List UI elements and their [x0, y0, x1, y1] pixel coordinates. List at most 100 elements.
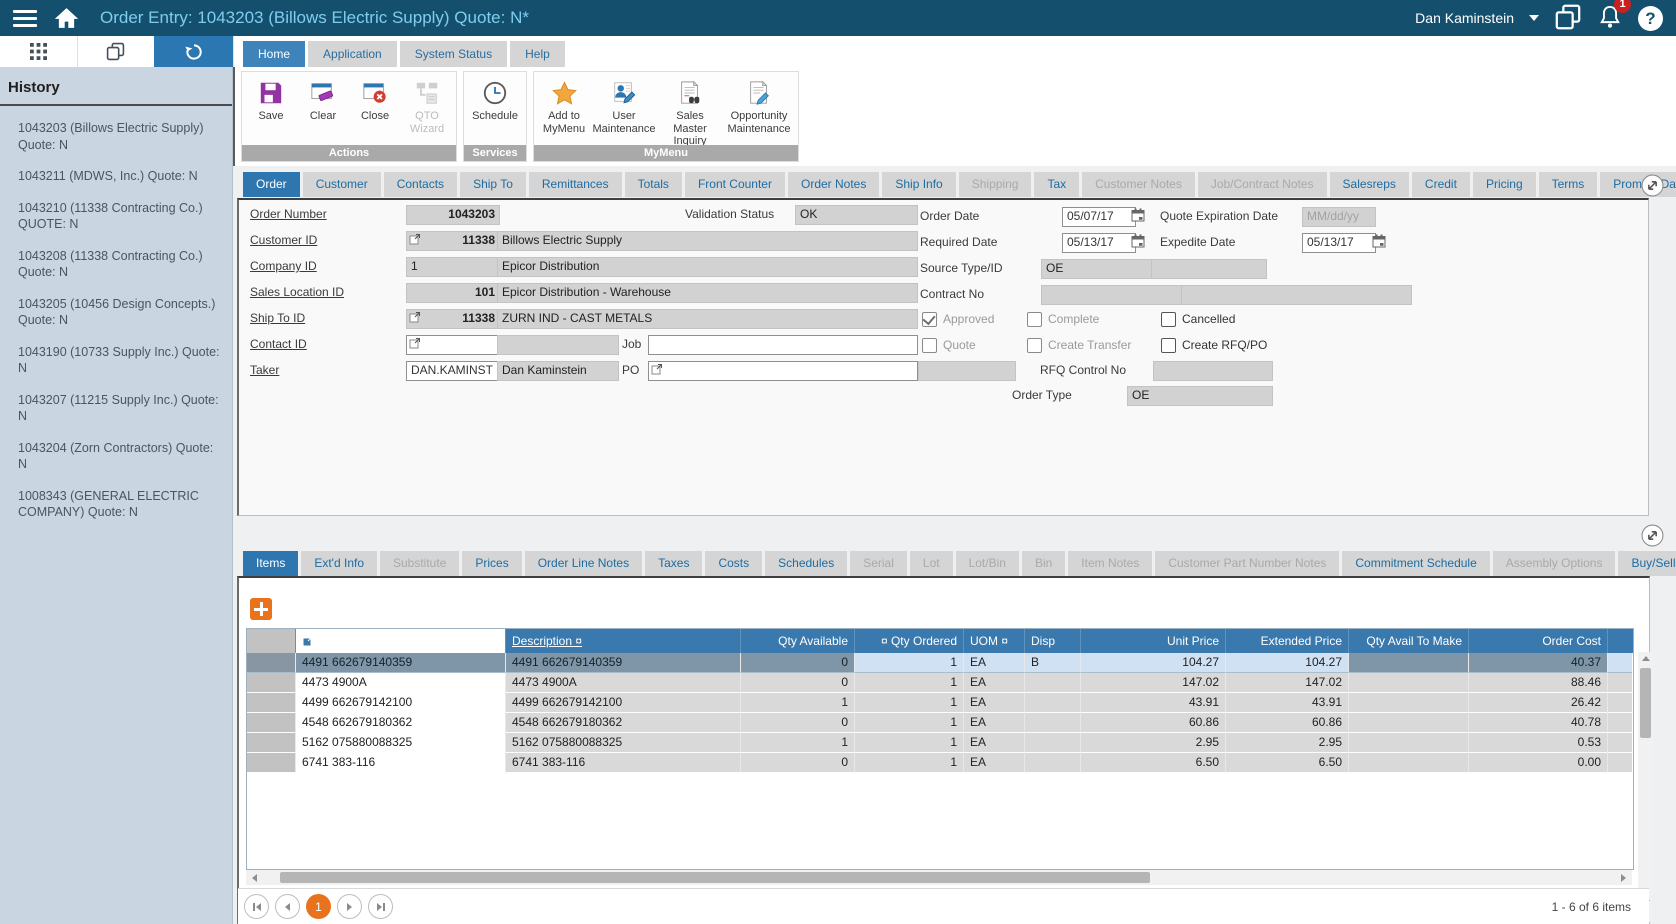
order-number-label[interactable]: Order Number — [250, 206, 327, 223]
table-cell[interactable] — [1025, 673, 1081, 693]
table-cell[interactable]: 4473 4900A — [296, 673, 506, 693]
table-cell[interactable]: 1 — [855, 713, 964, 733]
item-id-link-icon[interactable] — [302, 631, 314, 643]
table-cell[interactable] — [247, 693, 296, 713]
history-item[interactable]: 1043207 (11215 Supply Inc.) Quote: N — [18, 392, 220, 425]
required-date-calendar-icon[interactable] — [1131, 234, 1145, 248]
table-cell[interactable] — [1349, 653, 1469, 673]
detail-tab-buy-sell[interactable]: Buy/Sell — [1618, 551, 1676, 576]
previous-page-button[interactable] — [275, 894, 300, 919]
tab-ship-info[interactable]: Ship Info — [882, 172, 955, 197]
table-cell[interactable]: 43.91 — [1226, 693, 1349, 713]
ship-to-id-link-icon[interactable] — [409, 311, 421, 323]
help-icon[interactable]: ? — [1638, 6, 1663, 31]
table-cell[interactable]: EA — [964, 693, 1025, 713]
table-cell[interactable] — [1608, 753, 1632, 773]
user-maintenance-button[interactable]: User Maintenance — [591, 75, 657, 138]
table-cell[interactable]: EA — [964, 673, 1025, 693]
column-header-rowselect[interactable] — [247, 629, 296, 653]
column-header-qty-ordered[interactable]: ¤ Qty Ordered — [855, 629, 964, 653]
expedite-date-calendar-icon[interactable] — [1372, 234, 1386, 248]
history-item[interactable]: 1043208 (11338 Contracting Co.) Quote: N — [18, 248, 220, 281]
order-date-field[interactable]: 05/07/17 — [1062, 207, 1136, 227]
tab-ship-to[interactable]: Ship To — [460, 172, 526, 197]
sales-location-id-label[interactable]: Sales Location ID — [250, 284, 344, 301]
table-cell[interactable]: 40.78 — [1469, 713, 1608, 733]
table-cell[interactable]: 1 — [855, 733, 964, 753]
open-tabs-button[interactable] — [77, 36, 155, 67]
tab-remittances[interactable]: Remittances — [529, 172, 622, 197]
table-cell[interactable]: 147.02 — [1081, 673, 1226, 693]
table-cell[interactable] — [1025, 693, 1081, 713]
home-icon[interactable] — [53, 6, 80, 30]
table-cell[interactable] — [1349, 693, 1469, 713]
tab-customer[interactable]: Customer — [303, 172, 381, 197]
table-cell[interactable]: EA — [964, 653, 1025, 673]
table-cell[interactable] — [247, 673, 296, 693]
detail-tab-items[interactable]: Items — [243, 551, 298, 576]
taker-label[interactable]: Taker — [250, 362, 279, 379]
history-item[interactable]: 1043203 (Billows Electric Supply) Quote:… — [18, 120, 220, 153]
table-cell[interactable] — [1025, 753, 1081, 773]
last-page-button[interactable] — [368, 894, 393, 919]
notifications-bell-icon[interactable]: 1 — [1597, 3, 1623, 33]
cancelled-checkbox[interactable]: Cancelled — [1161, 311, 1235, 327]
table-cell[interactable]: 104.27 — [1226, 653, 1349, 673]
table-cell[interactable]: 88.46 — [1469, 673, 1608, 693]
table-cell[interactable]: 43.91 — [1081, 693, 1226, 713]
ribbon-tab-home[interactable]: Home — [243, 41, 305, 67]
table-row[interactable]: 6741 383-1166741 383-11601EA6.506.500.00 — [247, 753, 1633, 773]
table-cell[interactable]: EA — [964, 753, 1025, 773]
customer-id-label[interactable]: Customer ID — [250, 232, 317, 249]
expedite-date-field[interactable]: 05/13/17 — [1302, 233, 1376, 253]
create-rfq-po-checkbox[interactable]: Create RFQ/PO — [1161, 337, 1267, 353]
table-cell[interactable] — [247, 753, 296, 773]
tab-salesreps[interactable]: Salesreps — [1330, 172, 1409, 197]
detail-tab-costs[interactable]: Costs — [705, 551, 762, 576]
table-cell[interactable]: 0.00 — [1469, 753, 1608, 773]
table-cell[interactable] — [1608, 653, 1632, 673]
table-cell[interactable]: 40.37 — [1469, 653, 1608, 673]
column-header-qty-avail-to-make[interactable]: Qty Avail To Make — [1349, 629, 1469, 653]
detail-tab-ext-d-info[interactable]: Ext'd Info — [301, 551, 377, 576]
table-cell[interactable]: 147.02 — [1226, 673, 1349, 693]
table-cell[interactable]: 4473 4900A — [506, 673, 741, 693]
table-cell[interactable]: 4499 662679142100 — [296, 693, 506, 713]
contact-id-label[interactable]: Contact ID — [250, 336, 307, 353]
table-cell[interactable]: 0 — [741, 753, 855, 773]
table-cell[interactable] — [1349, 733, 1469, 753]
table-cell[interactable] — [1349, 753, 1469, 773]
table-cell[interactable]: 4491 662679140359 — [506, 653, 741, 673]
table-row[interactable]: 5162 0758800883255162 07588008832511EA2.… — [247, 733, 1633, 753]
opportunity-maintenance-button[interactable]: Opportunity Maintenance — [723, 75, 795, 138]
table-cell[interactable]: 60.86 — [1081, 713, 1226, 733]
table-cell[interactable]: 1 — [855, 673, 964, 693]
table-cell[interactable]: B — [1025, 653, 1081, 673]
scroll-left-icon[interactable] — [252, 874, 257, 882]
job-field[interactable] — [648, 335, 918, 355]
tab-credit[interactable]: Credit — [1412, 172, 1470, 197]
clear-button[interactable]: Clear — [297, 75, 349, 126]
column-header-extended-price[interactable]: Extended Price — [1226, 629, 1349, 653]
history-item[interactable]: 1008343 (GENERAL ELECTRIC COMPANY) Quote… — [18, 488, 220, 521]
order-date-calendar-icon[interactable] — [1131, 208, 1145, 222]
table-cell[interactable]: 4548 662679180362 — [506, 713, 741, 733]
table-cell[interactable]: 5162 075880088325 — [506, 733, 741, 753]
tab-order-notes[interactable]: Order Notes — [788, 172, 879, 197]
table-cell[interactable]: 104.27 — [1081, 653, 1226, 673]
history-item[interactable]: 1043190 (10733 Supply Inc.) Quote: N — [18, 344, 220, 377]
contact-id-link-icon[interactable] — [409, 337, 421, 349]
tab-order[interactable]: Order — [243, 172, 300, 197]
column-header-order-cost[interactable]: Order Cost — [1469, 629, 1608, 653]
po-link-icon[interactable] — [651, 363, 663, 375]
history-item[interactable]: 1043204 (Zorn Contractors) Quote: N — [18, 440, 220, 473]
vertical-scroll-thumb[interactable] — [1640, 668, 1651, 738]
history-item[interactable]: 1043211 (MDWS, Inc.) Quote: N — [18, 168, 220, 185]
ribbon-tab-application[interactable]: Application — [308, 41, 397, 67]
column-header-item-id[interactable]: Item ID ¤ — [296, 629, 506, 653]
current-page-button[interactable]: 1 — [306, 894, 331, 919]
ship-to-id-label[interactable]: Ship To ID — [250, 310, 305, 327]
horizontal-scroll-thumb[interactable] — [280, 872, 1150, 883]
company-id-label[interactable]: Company ID — [250, 258, 317, 275]
first-page-button[interactable] — [244, 894, 269, 919]
